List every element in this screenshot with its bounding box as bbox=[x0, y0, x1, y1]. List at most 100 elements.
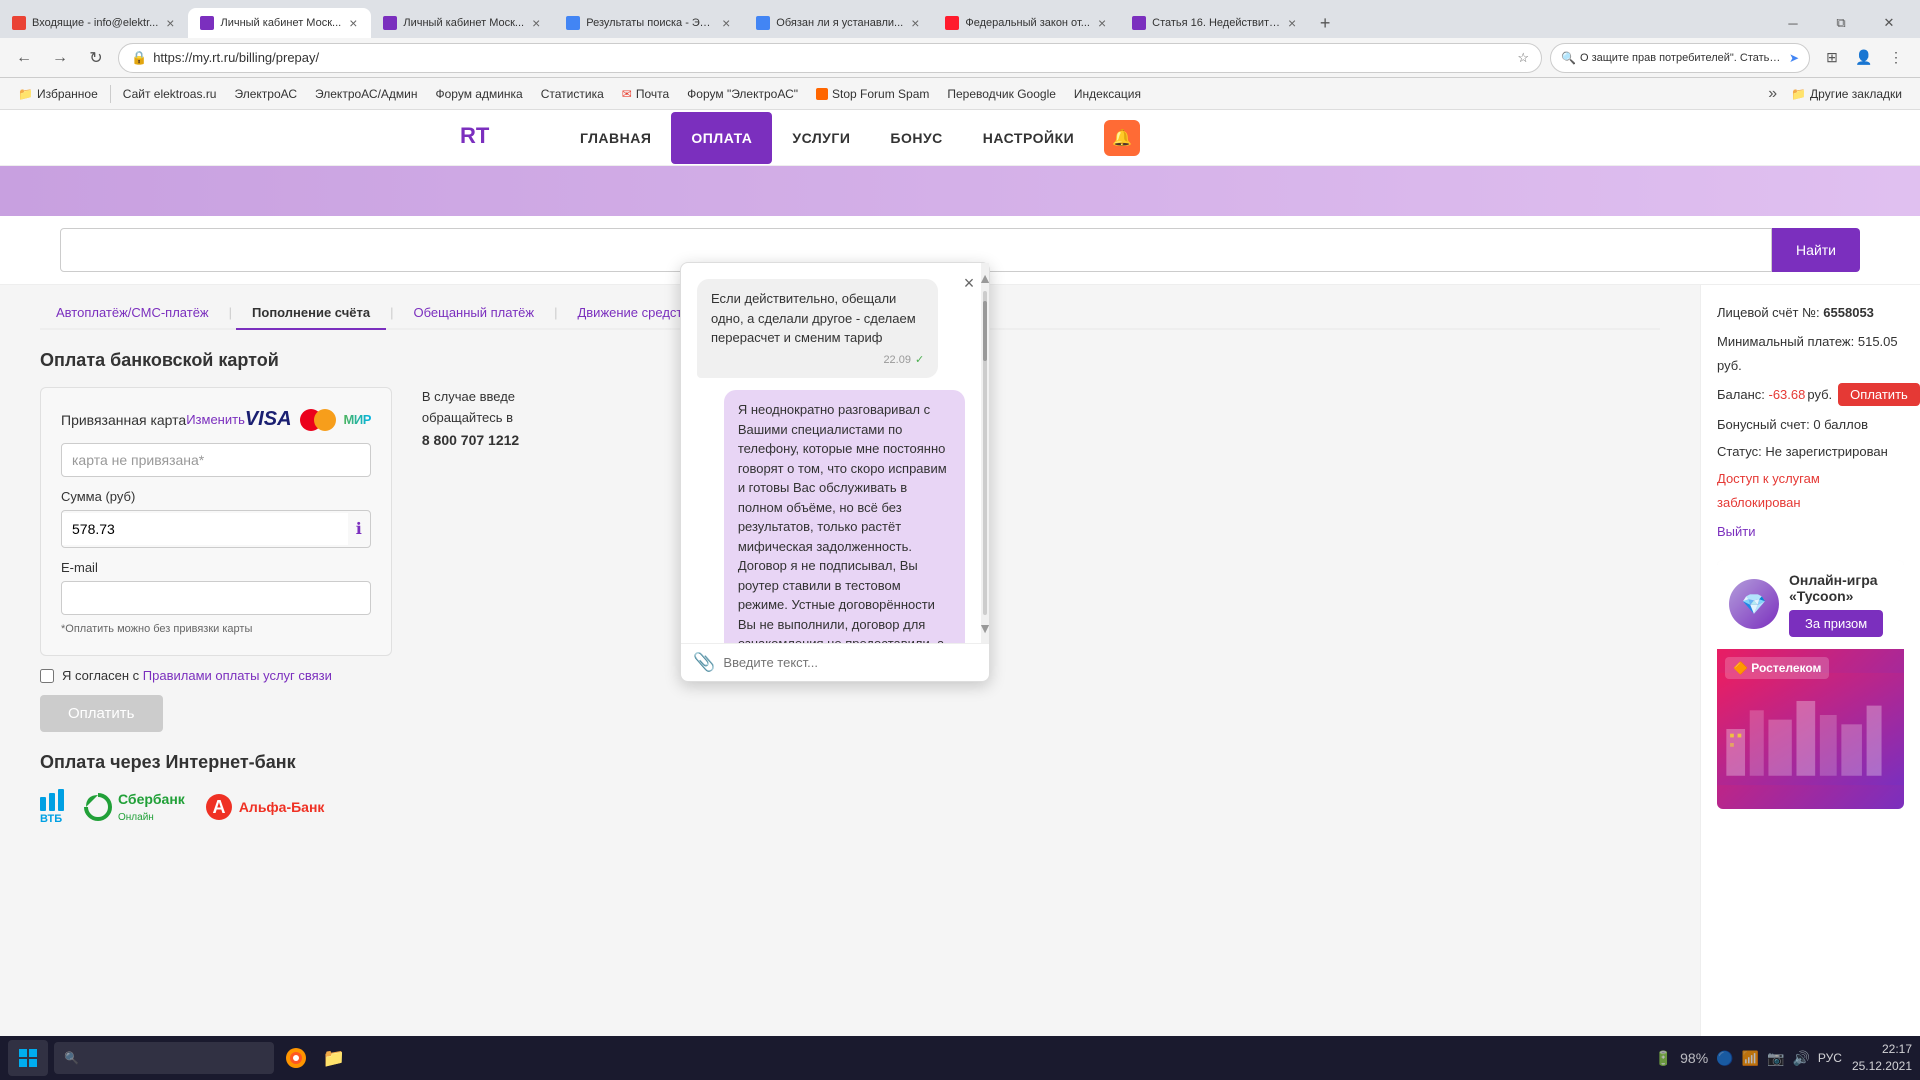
tab-label-article16: Статья 16. Недействите... bbox=[1152, 17, 1280, 29]
nav-nastroyki[interactable]: НАСТРОЙКИ bbox=[963, 112, 1094, 164]
bookmark-izbrannoye[interactable]: 📁 Избранное bbox=[10, 84, 106, 104]
agree-checkbox[interactable] bbox=[40, 669, 54, 683]
address-input[interactable]: 🔒 https://my.rt.ru/billing/prepay/ ☆ bbox=[118, 43, 1542, 73]
ad-button[interactable]: За призом bbox=[1789, 610, 1883, 637]
vtb-logo[interactable]: ВТБ bbox=[40, 789, 64, 825]
tab-google-search[interactable]: Результаты поиска - Эл... × bbox=[554, 8, 744, 38]
mail-icon: ✉ bbox=[622, 87, 632, 101]
ad-icon: 💎 bbox=[1729, 579, 1779, 629]
bookmark-stop-forum-spam[interactable]: Stop Forum Spam bbox=[808, 84, 937, 104]
tab-law2[interactable]: Федеральный закон от... × bbox=[933, 8, 1120, 38]
profile-button[interactable]: 👤 bbox=[1850, 44, 1878, 72]
tab-close-law2[interactable]: × bbox=[1096, 15, 1108, 31]
bookmark-stats[interactable]: Статистика bbox=[533, 84, 612, 104]
tab-law1[interactable]: Обязан ли я устанавли... × bbox=[744, 8, 933, 38]
nav-oplata[interactable]: ОПЛАТА bbox=[671, 112, 772, 164]
tab-topup[interactable]: Пополнение счёта bbox=[236, 297, 386, 330]
info-icon: ℹ bbox=[348, 511, 370, 547]
sberbank-logo[interactable]: СбербанкОнлайн bbox=[84, 791, 185, 823]
tab-label-rt: Личный кабинет Моск... bbox=[220, 17, 341, 29]
close-window-button[interactable]: ✕ bbox=[1866, 8, 1912, 38]
settings-button[interactable]: ⋮ bbox=[1882, 44, 1910, 72]
chat-scroll-thumb bbox=[983, 301, 987, 361]
bookmark-google-translate[interactable]: Переводчик Google bbox=[939, 84, 1064, 104]
nav-bonus[interactable]: БОНУС bbox=[870, 112, 962, 164]
bookmark-indexation[interactable]: Индексация bbox=[1066, 84, 1149, 104]
chat-close-button[interactable]: × bbox=[957, 271, 981, 295]
email-label: E-mail bbox=[61, 560, 371, 575]
taskbar-file-explorer-icon[interactable]: 📁 bbox=[318, 1042, 350, 1074]
search-button[interactable]: Найти bbox=[1772, 228, 1860, 272]
chat-scroll-track[interactable] bbox=[983, 291, 987, 615]
bookmark-elektroas[interactable]: ЭлектроАС bbox=[226, 84, 305, 104]
tab-label-gmail: Входящие - info@elektr... bbox=[32, 17, 158, 29]
chat-scrollbar[interactable]: ▲ ▼ bbox=[981, 263, 989, 643]
chat-text-input[interactable] bbox=[723, 655, 977, 670]
camera-icon: 📷 bbox=[1767, 1050, 1784, 1067]
sidebar-pay-button[interactable]: Оплатить bbox=[1838, 383, 1920, 406]
checkmark-icon: ✓ bbox=[915, 352, 924, 369]
start-button[interactable] bbox=[8, 1040, 48, 1076]
scroll-down-button[interactable]: ▼ bbox=[976, 619, 989, 637]
card-number-input[interactable] bbox=[61, 443, 371, 477]
refresh-button[interactable]: ↻ bbox=[82, 44, 110, 72]
header-banner bbox=[0, 166, 1920, 216]
nav-glavnaya[interactable]: ГЛАВНАЯ bbox=[560, 112, 671, 164]
tab-close-article16[interactable]: × bbox=[1286, 15, 1298, 31]
tab-favicon-google bbox=[566, 16, 580, 30]
tab-add-button[interactable]: + bbox=[1310, 8, 1340, 38]
browser-search-text: О защите прав потребителей". Статья 16 bbox=[1580, 52, 1785, 64]
taskbar-search[interactable]: 🔍 bbox=[54, 1042, 274, 1074]
restore-button[interactable]: ⧉ bbox=[1818, 8, 1864, 38]
star-icon[interactable]: ☆ bbox=[1517, 50, 1529, 66]
extensions-button[interactable]: ⊞ bbox=[1818, 44, 1846, 72]
agree-rules-link[interactable]: Правилами оплаты услуг связи bbox=[143, 668, 332, 683]
security-icon: 🔒 bbox=[131, 50, 147, 66]
keyboard-layout: РУС bbox=[1818, 1051, 1842, 1065]
tab-rt2[interactable]: Личный кабинет Моск... × bbox=[371, 8, 554, 38]
bookmark-elektroas-admin[interactable]: ЭлектроАС/Админ bbox=[307, 84, 425, 104]
back-button[interactable]: ← bbox=[10, 44, 38, 72]
taskbar-firefox-icon[interactable] bbox=[280, 1042, 312, 1074]
tab-close-law1[interactable]: × bbox=[909, 15, 921, 31]
minimize-button[interactable]: ─ bbox=[1770, 8, 1816, 38]
search-navigate-icon[interactable]: ➤ bbox=[1789, 51, 1799, 65]
payment-info-text1: В случае введе bbox=[422, 387, 519, 408]
card-change-link[interactable]: Изменить bbox=[186, 412, 245, 427]
payment-form: Привязанная карта Изменить VISA МИР bbox=[40, 387, 392, 656]
tab-article16[interactable]: Статья 16. Недействите... × bbox=[1120, 8, 1310, 38]
tab-rt-active[interactable]: Личный кабинет Моск... × bbox=[188, 8, 371, 38]
tab-promised[interactable]: Обещанный платёж bbox=[397, 297, 550, 330]
forward-button[interactable]: → bbox=[46, 44, 74, 72]
bookmark-mail-label: Почта bbox=[636, 87, 669, 101]
bookmark-elektroas-site-label: Сайт elektroas.ru bbox=[123, 87, 217, 101]
site-nav: RT ГЛАВНАЯ ОПЛАТА УСЛУГИ БОНУС НАСТРОЙКИ… bbox=[0, 110, 1920, 166]
bookmark-indexation-label: Индексация bbox=[1074, 87, 1141, 101]
pay-button[interactable]: Оплатить bbox=[40, 695, 163, 732]
chat-attach-icon[interactable]: 📎 bbox=[693, 652, 715, 673]
bookmark-forum-admin-label: Форум админка bbox=[436, 87, 523, 101]
tab-close-rt[interactable]: × bbox=[347, 15, 359, 31]
browser-search-bar[interactable]: 🔍 О защите прав потребителей". Статья 16… bbox=[1550, 43, 1810, 73]
tab-close-rt2[interactable]: × bbox=[530, 15, 542, 31]
bookmark-forum-elektroas[interactable]: Форум "ЭлектроАС" bbox=[679, 84, 806, 104]
nav-uslugi[interactable]: УСЛУГИ bbox=[772, 112, 870, 164]
email-input[interactable] bbox=[61, 581, 371, 615]
bookmarks-more-icon[interactable]: » bbox=[1764, 85, 1781, 103]
amount-input[interactable] bbox=[62, 513, 348, 545]
notification-button[interactable]: 🔔 bbox=[1104, 120, 1140, 156]
tab-close-google[interactable]: × bbox=[720, 15, 732, 31]
tab-close-gmail[interactable]: × bbox=[164, 15, 176, 31]
clock-time: 22:17 bbox=[1852, 1041, 1912, 1058]
svg-text:RT: RT bbox=[460, 123, 490, 148]
bookmark-other-folder[interactable]: 📁 Другие закладки bbox=[1783, 84, 1910, 104]
tab-gmail[interactable]: Входящие - info@elektr... × bbox=[0, 8, 188, 38]
card-label: Привязанная карта bbox=[61, 412, 186, 428]
bookmark-mail[interactable]: ✉ Почта bbox=[614, 84, 677, 104]
tab-autopay[interactable]: Автоплатёж/СМС-платёж bbox=[40, 297, 225, 330]
alfabank-logo[interactable]: А Альфа-Банк bbox=[205, 793, 325, 821]
exit-link[interactable]: Выйти bbox=[1717, 520, 1904, 543]
bank-section-title: Оплата через Интернет-банк bbox=[40, 752, 1660, 773]
bookmark-elektroas-site[interactable]: Сайт elektroas.ru bbox=[115, 84, 225, 104]
bookmark-forum-admin[interactable]: Форум админка bbox=[428, 84, 531, 104]
